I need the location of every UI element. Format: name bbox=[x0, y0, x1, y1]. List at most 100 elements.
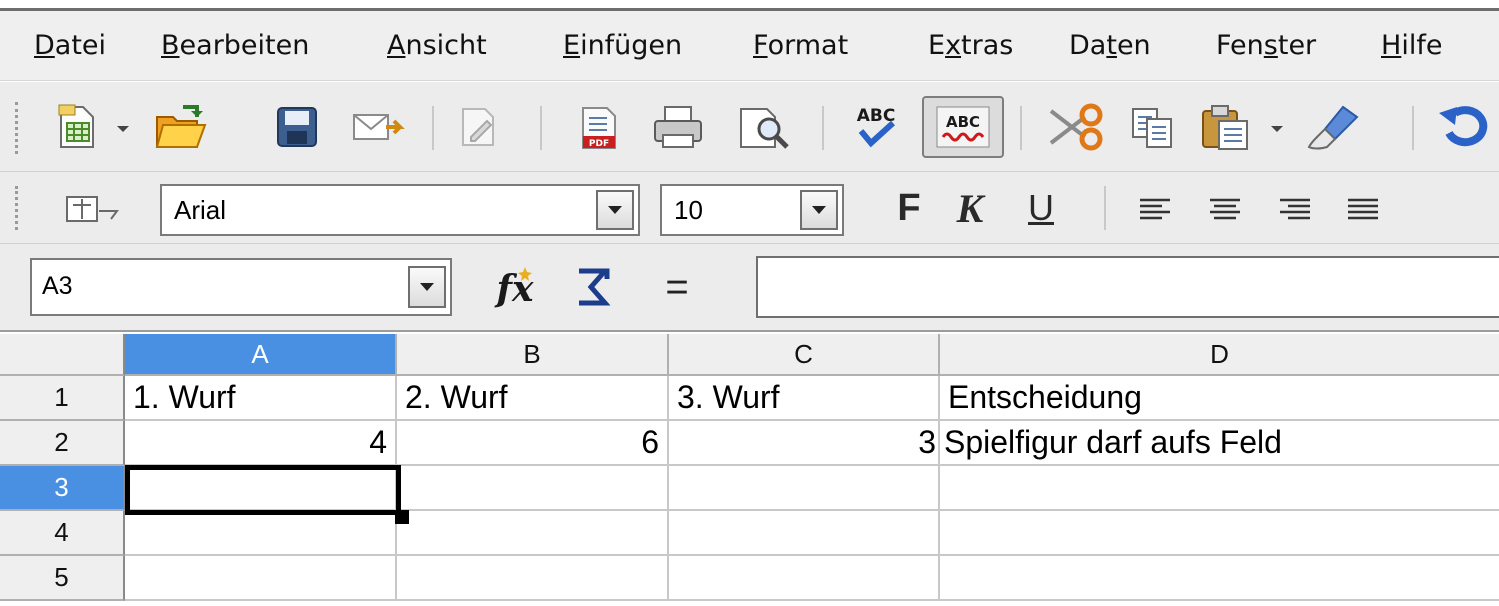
name-box[interactable]: A3 bbox=[30, 258, 452, 316]
cell-d1[interactable]: Entscheidung bbox=[940, 376, 1499, 421]
cell-c3[interactable] bbox=[669, 466, 940, 511]
menu-bar: Datei Bearbeiten Ansicht Einfügen Format… bbox=[0, 11, 1499, 81]
menu-daten-accel: t bbox=[1106, 30, 1117, 61]
formatting-toolbar: Arial 10 F K U bbox=[0, 172, 1499, 244]
svg-text:PDF: PDF bbox=[589, 139, 609, 149]
cell-b1[interactable]: 2. Wurf bbox=[397, 376, 669, 421]
cell-a1[interactable]: 1. Wurf bbox=[125, 376, 397, 421]
menu-format-accel: F bbox=[753, 30, 768, 61]
edit-file-icon[interactable] bbox=[452, 102, 506, 152]
function-wizard-icon[interactable]: fx bbox=[484, 260, 546, 314]
menu-datei[interactable]: Datei bbox=[34, 30, 106, 62]
save-icon[interactable] bbox=[270, 102, 324, 152]
row-header-3[interactable]: 3 bbox=[0, 466, 125, 511]
name-box-dropdown-icon[interactable] bbox=[408, 266, 446, 308]
font-name-box[interactable]: Arial bbox=[160, 184, 640, 236]
toolbar-separator bbox=[1020, 106, 1022, 150]
new-dropdown-icon[interactable] bbox=[108, 114, 138, 144]
align-left-icon[interactable] bbox=[1130, 188, 1180, 230]
menu-datei-rest: atei bbox=[54, 30, 107, 61]
copy-icon[interactable] bbox=[1124, 102, 1182, 154]
undo-icon[interactable] bbox=[1432, 100, 1498, 154]
font-name-value: Arial bbox=[174, 195, 227, 225]
new-document-icon[interactable] bbox=[50, 100, 104, 154]
align-center-icon[interactable] bbox=[1200, 188, 1250, 230]
spellcheck-icon[interactable]: ABC bbox=[846, 98, 906, 156]
cell-b4[interactable] bbox=[397, 511, 669, 556]
menu-fenster-rest: ter bbox=[1277, 30, 1317, 61]
column-header-a[interactable]: A bbox=[125, 334, 397, 376]
cell-b3[interactable] bbox=[397, 466, 669, 511]
email-icon[interactable] bbox=[348, 104, 412, 150]
font-size-box[interactable]: 10 bbox=[660, 184, 844, 236]
column-header-b[interactable]: B bbox=[397, 334, 669, 376]
cell-a2[interactable]: 4 bbox=[125, 421, 397, 466]
fill-handle[interactable] bbox=[395, 510, 409, 524]
menu-einfuegen[interactable]: Einfügen bbox=[563, 30, 682, 62]
name-box-value: A3 bbox=[42, 272, 73, 300]
export-pdf-icon[interactable]: PDF bbox=[572, 102, 626, 154]
row-header-5[interactable]: 5 bbox=[0, 556, 125, 601]
justify-icon[interactable] bbox=[1338, 188, 1388, 230]
toolbar-grip[interactable] bbox=[15, 186, 18, 230]
select-all-corner[interactable] bbox=[0, 334, 125, 376]
menu-fenster[interactable]: Fenster bbox=[1216, 30, 1316, 62]
paste-dropdown-icon[interactable] bbox=[1262, 114, 1292, 144]
sheet-grid: A B C D 1 2 3 4 5 1. Wurf 2. Wurf 3. Wur… bbox=[0, 334, 1499, 606]
page-preview-icon[interactable] bbox=[734, 100, 794, 154]
menu-daten[interactable]: Daten bbox=[1069, 30, 1151, 62]
bold-button[interactable]: F bbox=[884, 182, 934, 234]
menu-extras[interactable]: Extras bbox=[928, 30, 1013, 62]
menu-extras-rest: tras bbox=[961, 30, 1014, 61]
styles-icon[interactable] bbox=[56, 186, 128, 232]
menu-format-rest: ormat bbox=[767, 30, 849, 61]
row-header-1[interactable]: 1 bbox=[0, 376, 125, 421]
column-header-c[interactable]: C bbox=[669, 334, 940, 376]
cell-c2[interactable]: 3 bbox=[669, 421, 940, 466]
auto-spellcheck-icon[interactable]: ABC bbox=[922, 96, 1004, 158]
font-size-dropdown-icon[interactable] bbox=[800, 190, 838, 230]
menu-bearbeiten-accel: B bbox=[161, 30, 180, 61]
menu-hilfe[interactable]: Hilfe bbox=[1381, 30, 1442, 62]
underline-button[interactable]: U bbox=[1016, 182, 1066, 234]
cell-d5[interactable] bbox=[940, 556, 1499, 601]
row-header-2[interactable]: 2 bbox=[0, 421, 125, 466]
menu-ansicht-rest: nsicht bbox=[405, 30, 487, 61]
cell-d4[interactable] bbox=[940, 511, 1499, 556]
cell-c5[interactable] bbox=[669, 556, 940, 601]
cell-d3[interactable] bbox=[940, 466, 1499, 511]
open-folder-icon[interactable] bbox=[152, 100, 210, 154]
menu-extras-pre: E bbox=[928, 30, 946, 61]
menu-daten-rest: en bbox=[1116, 30, 1151, 61]
menu-bearbeiten-rest: earbeiten bbox=[179, 30, 310, 61]
align-right-icon[interactable] bbox=[1270, 188, 1320, 230]
sum-icon[interactable] bbox=[566, 260, 620, 314]
menu-format[interactable]: Format bbox=[753, 30, 848, 62]
menu-ansicht[interactable]: Ansicht bbox=[387, 30, 487, 62]
paste-icon[interactable] bbox=[1196, 100, 1256, 154]
column-header-d[interactable]: D bbox=[940, 334, 1499, 376]
cell-a4[interactable] bbox=[125, 511, 397, 556]
format-paintbrush-icon[interactable] bbox=[1300, 100, 1366, 154]
toolbar-grip[interactable] bbox=[15, 102, 18, 154]
toolbar-separator bbox=[1412, 106, 1414, 150]
menu-einfuegen-rest: infügen bbox=[580, 30, 683, 61]
cell-a5[interactable] bbox=[125, 556, 397, 601]
cell-c4[interactable] bbox=[669, 511, 940, 556]
menu-hilfe-accel: H bbox=[1381, 30, 1402, 61]
cell-b2[interactable]: 6 bbox=[397, 421, 669, 466]
menu-fenster-pre: Fen bbox=[1216, 30, 1264, 61]
font-name-dropdown-icon[interactable] bbox=[596, 190, 634, 230]
print-icon[interactable] bbox=[648, 102, 708, 154]
function-equals-button[interactable]: = bbox=[650, 260, 704, 314]
cell-b5[interactable] bbox=[397, 556, 669, 601]
cell-d2[interactable]: Spielfigur darf aufs Feld bbox=[940, 421, 1499, 466]
menu-fenster-accel: s bbox=[1263, 30, 1278, 61]
menu-bearbeiten[interactable]: Bearbeiten bbox=[161, 30, 309, 62]
cut-icon[interactable] bbox=[1040, 100, 1110, 154]
toolbar-separator bbox=[1104, 186, 1106, 230]
cell-c1[interactable]: 3. Wurf bbox=[669, 376, 940, 421]
row-header-4[interactable]: 4 bbox=[0, 511, 125, 556]
italic-button[interactable]: K bbox=[940, 182, 1000, 234]
formula-input[interactable] bbox=[756, 256, 1499, 318]
